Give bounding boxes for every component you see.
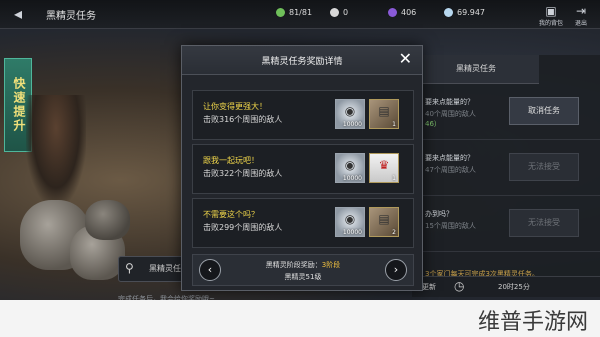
- close-icon[interactable]: ✕: [399, 50, 412, 68]
- search-icon: ⚲: [125, 261, 134, 275]
- quest-row: 要来点能量的？ 47个周围的敌人 无法接受: [413, 141, 600, 196]
- chevron-right-icon[interactable]: ›: [385, 259, 407, 281]
- scroll-item[interactable]: ▤ 1: [369, 99, 399, 129]
- quest-line: 15个周围的敌人: [425, 222, 476, 230]
- reward-title: 让你变得更强大！: [203, 102, 267, 111]
- npc-character: [26, 95, 86, 205]
- reward-card: 让你变得更强大！ 击败316个周围的敌人 ◉ 10000 ▤ 1: [192, 90, 414, 140]
- item-count: 2: [392, 229, 396, 236]
- silver-coin-item[interactable]: ◉ 10000: [335, 99, 365, 129]
- back-arrow-icon[interactable]: ◂: [8, 4, 28, 24]
- silver-coin-item[interactable]: ◉ 10000: [335, 207, 365, 237]
- item-count: 10000: [342, 175, 362, 182]
- item-count: 1: [392, 175, 396, 182]
- energy-icon: [276, 8, 285, 17]
- search-field[interactable]: ⚲ 黑精灵任务: [118, 256, 190, 282]
- coin-icon: ◉: [344, 104, 356, 118]
- exit-label: 退出: [574, 20, 587, 27]
- modal-header: 黑精灵任务奖励详情 ✕: [182, 46, 422, 75]
- stage-prefix: 黑精灵阶段奖励：: [265, 261, 322, 269]
- reward-desc: 击败322个周围的敌人: [203, 169, 283, 178]
- coin-value: 0: [343, 8, 349, 17]
- watermark-text: 维普手游网: [477, 310, 588, 335]
- silver-coin-item[interactable]: ◉ 10000: [335, 153, 365, 183]
- energy-resource: 81/81: [276, 8, 312, 17]
- gem-value: 406: [401, 8, 417, 17]
- gem-icon: [388, 8, 397, 17]
- stage-line-2: 黑精灵51级: [284, 273, 322, 281]
- quest-line: 要来点能量的？: [425, 154, 474, 162]
- diamond-value: 69.947: [457, 8, 485, 17]
- diamond-icon: [444, 8, 453, 17]
- cannot-accept-button[interactable]: 无法接受: [509, 153, 579, 181]
- jar-decoration: [85, 200, 130, 240]
- item-count: 1: [392, 121, 396, 128]
- gem-resource: 406: [388, 8, 416, 17]
- bag-button[interactable]: ▣ 我的背包: [536, 4, 566, 27]
- reward-desc: 击败316个周围的敌人: [203, 115, 283, 124]
- top-bar: ◂ 黑精灵任务 81/81 0 406 69.947 ▣ 我的背包 ⇥ 退出: [0, 0, 600, 29]
- reward-title: 跟我一起玩吧！: [203, 156, 259, 165]
- coin-icon: [330, 8, 339, 17]
- cancel-quest-button[interactable]: 取消任务: [509, 97, 579, 125]
- card-item[interactable]: ♛ 1: [369, 153, 399, 183]
- exit-button[interactable]: ⇥ 退出: [566, 4, 596, 27]
- reward-detail-modal: 黑精灵任务奖励详情 ✕ 让你变得更强大！ 击败316个周围的敌人 ◉ 10000…: [181, 45, 423, 291]
- coin-icon: ◉: [344, 212, 356, 226]
- reward-title: 不需要这个吗？: [203, 210, 259, 219]
- item-count: 10000: [342, 229, 362, 236]
- stage-highlight: 3阶段: [321, 261, 341, 269]
- scroll-icon: ▤: [378, 212, 390, 226]
- energy-value: 81/81: [289, 8, 313, 17]
- exit-icon: ⇥: [575, 4, 587, 18]
- quest-line: 要来点能量的？: [425, 98, 474, 106]
- scroll-item[interactable]: ▤ 2: [369, 207, 399, 237]
- modal-title: 黑精灵任务奖励详情: [261, 57, 343, 67]
- coin-icon: ◉: [344, 158, 356, 172]
- card-icon: ♛: [378, 158, 390, 172]
- quest-row: 办到吗？ 15个周围的敌人 无法接受: [413, 197, 600, 252]
- quest-line: 47个周围的敌人: [425, 166, 476, 174]
- bag-icon: ▣: [545, 4, 557, 18]
- update-label: 更新: [422, 283, 436, 291]
- bag-label: 我的背包: [538, 20, 563, 27]
- stage-reward-bar: ‹ 黑精灵阶段奖励：3阶段 黑精灵51级 ›: [192, 254, 414, 286]
- reward-card: 跟我一起玩吧！ 击败322个周围的敌人 ◉ 10000 ♛ 1: [192, 144, 414, 194]
- quest-list-panel: 黑精灵任务 要来点能量的？ 40个周围的敌人 46） 取消任务 要来点能量的？ …: [412, 55, 600, 287]
- quest-line: 办到吗？: [425, 210, 453, 218]
- diamond-resource: 69.947: [444, 8, 485, 17]
- item-count: 10000: [342, 121, 362, 128]
- quest-row: 要来点能量的？ 40个周围的敌人 46） 取消任务: [413, 85, 600, 140]
- reward-desc: 击败299个周围的敌人: [203, 223, 283, 232]
- page-title: 黑精灵任务: [46, 11, 96, 22]
- reward-card: 不需要这个吗？ 击败299个周围的敌人 ◉ 10000 ▤ 2: [192, 198, 414, 248]
- quest-line: 40个周围的敌人: [425, 110, 476, 118]
- coin-resource: 0: [330, 8, 348, 17]
- scroll-icon: ▤: [378, 104, 390, 118]
- update-bar: 更新 ◷ 20时25分: [412, 276, 600, 297]
- update-time: 20时25分: [498, 283, 530, 291]
- cannot-accept-button[interactable]: 无法接受: [509, 209, 579, 237]
- quest-progress: 46）: [425, 120, 441, 128]
- tab-dark-elf-quest[interactable]: 黑精灵任务: [413, 55, 539, 84]
- clock-icon: ◷: [454, 279, 465, 293]
- stage-line-1: 黑精灵阶段奖励：3阶段: [193, 260, 413, 270]
